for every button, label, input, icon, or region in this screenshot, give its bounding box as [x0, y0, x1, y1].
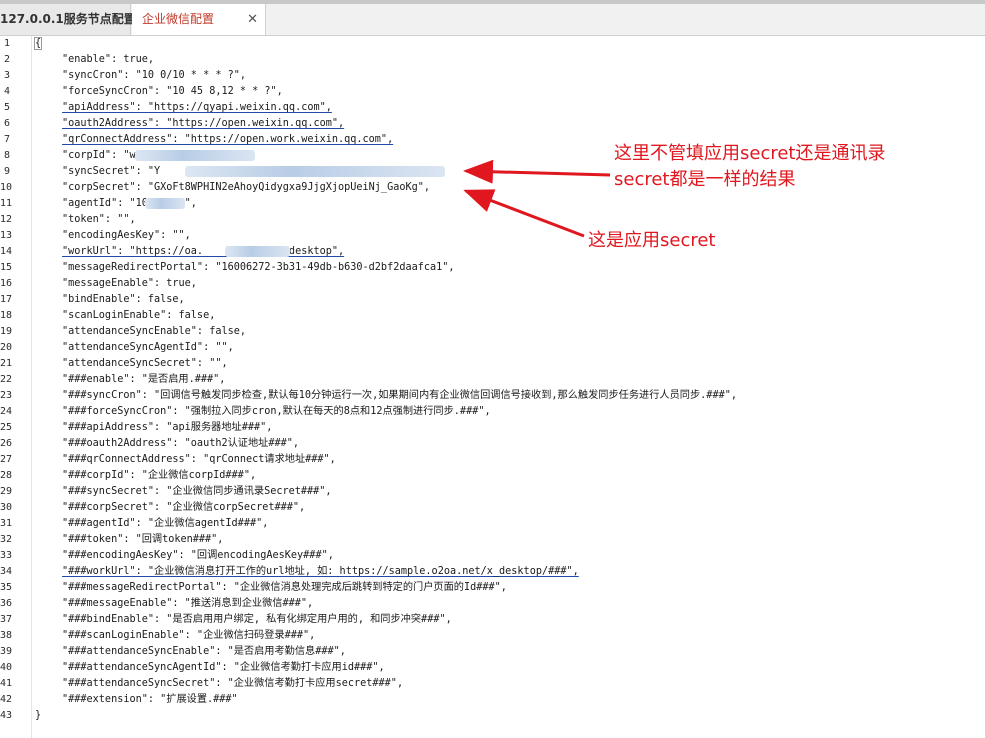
- annotation-arrows: [463, 159, 611, 238]
- annotation-arrow: [463, 189, 585, 238]
- annotation-arrow: [463, 159, 611, 184]
